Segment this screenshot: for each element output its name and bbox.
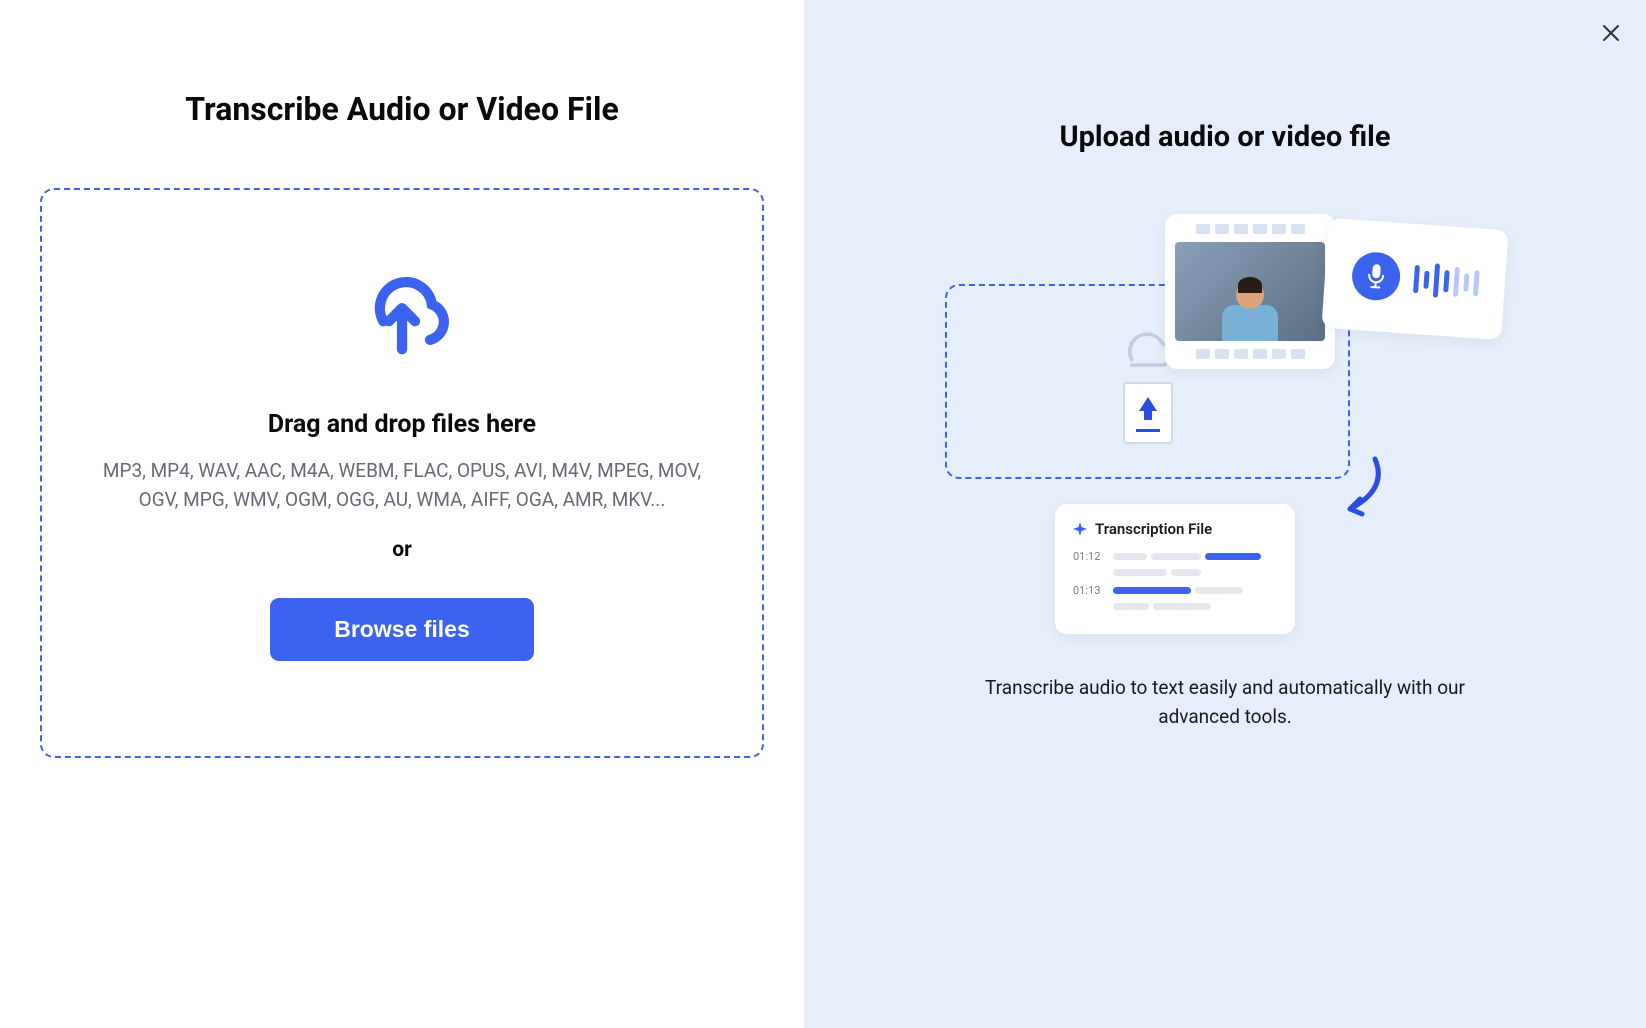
close-icon <box>1601 23 1621 43</box>
or-divider: or <box>392 538 412 562</box>
transcript-timestamp: 01:13 <box>1073 584 1103 597</box>
microphone-icon <box>1350 251 1401 302</box>
illustration-video-card <box>1165 214 1335 369</box>
waveform-icon <box>1412 262 1479 300</box>
drop-heading: Drag and drop files here <box>268 410 536 439</box>
file-dropzone[interactable]: Drag and drop files here MP3, MP4, WAV, … <box>40 188 764 758</box>
video-thumbnail <box>1175 242 1325 341</box>
film-strip-icon <box>1175 349 1325 359</box>
illustration-transcription-card: Transcription File 01:12 01:13 <box>1055 504 1295 634</box>
browse-files-button[interactable]: Browse files <box>270 598 534 661</box>
right-panel: Upload audio or video file <box>804 0 1646 1028</box>
supported-formats: MP3, MP4, WAV, AAC, M4A, WEBM, FLAC, OPU… <box>92 457 712 514</box>
left-panel: Transcribe Audio or Video File Drag and … <box>0 0 804 1028</box>
arrow-curve-icon <box>1320 454 1390 524</box>
transcription-card-title: Transcription File <box>1095 520 1212 538</box>
right-panel-title: Upload audio or video file <box>1059 120 1390 154</box>
sparkle-icon <box>1073 522 1087 536</box>
transcript-timestamp: 01:12 <box>1073 550 1103 563</box>
right-panel-description: Transcribe audio to text easily and auto… <box>965 674 1485 731</box>
close-button[interactable] <box>1596 18 1626 48</box>
upload-illustration: Transcription File 01:12 01:13 <box>945 214 1505 634</box>
document-upload-icon <box>1123 382 1173 444</box>
illustration-audio-card <box>1321 218 1508 340</box>
cloud-upload-icon <box>346 260 458 360</box>
page-title: Transcribe Audio or Video File <box>40 90 764 128</box>
film-strip-icon <box>1175 224 1325 234</box>
